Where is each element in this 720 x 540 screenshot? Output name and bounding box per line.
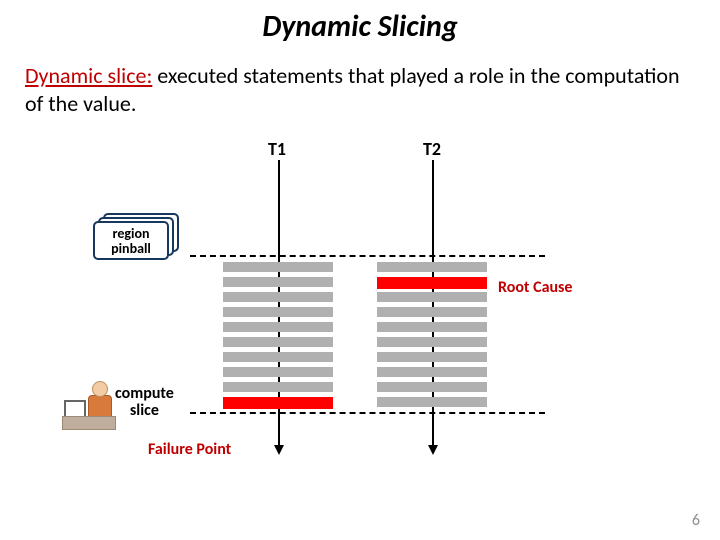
t2-bar	[377, 262, 487, 272]
t2-bar	[377, 292, 487, 302]
t1-bar	[223, 307, 333, 317]
t1-bar	[223, 337, 333, 347]
t1-bar-failure	[223, 397, 333, 409]
lower-dashed-line	[190, 412, 545, 414]
t1-bar	[223, 367, 333, 377]
t1-bar	[223, 262, 333, 272]
thread-1-arrowhead-icon	[274, 445, 284, 455]
t2-bar	[377, 382, 487, 392]
t1-bar	[223, 382, 333, 392]
person-at-computer-icon	[62, 375, 114, 430]
slide-number: 6	[692, 511, 700, 530]
pinball-label-line2: pinball	[111, 240, 151, 257]
compute-slice-label: compute slice	[115, 386, 174, 420]
t1-bar	[223, 322, 333, 332]
failure-point-label: Failure Point	[148, 440, 231, 459]
definition-text: Dynamic slice: executed statements that …	[25, 62, 695, 117]
definition-term: Dynamic slice:	[25, 62, 152, 89]
pinball-box-front: region pinball	[93, 221, 169, 260]
t2-bar	[377, 322, 487, 332]
t2-bar-root-cause	[377, 277, 487, 289]
t2-bar	[377, 397, 487, 407]
upper-dashed-line	[190, 255, 545, 257]
region-pinball-stack: region pinball	[93, 213, 173, 255]
t2-bar	[377, 352, 487, 362]
compute-slice-line2: slice	[130, 401, 159, 420]
t2-bar	[377, 307, 487, 317]
t1-bar	[223, 292, 333, 302]
t1-bar	[223, 352, 333, 362]
thread-1-label: T1	[268, 138, 286, 160]
root-cause-label: Root Cause	[498, 278, 572, 297]
t1-bar	[223, 277, 333, 287]
thread-2-label: T2	[423, 138, 441, 160]
slide-title: Dynamic Slicing	[0, 8, 720, 45]
thread-2-arrowhead-icon	[428, 445, 438, 455]
pinball-label: region pinball	[95, 227, 167, 256]
t2-bar	[377, 367, 487, 377]
t2-bar	[377, 337, 487, 347]
